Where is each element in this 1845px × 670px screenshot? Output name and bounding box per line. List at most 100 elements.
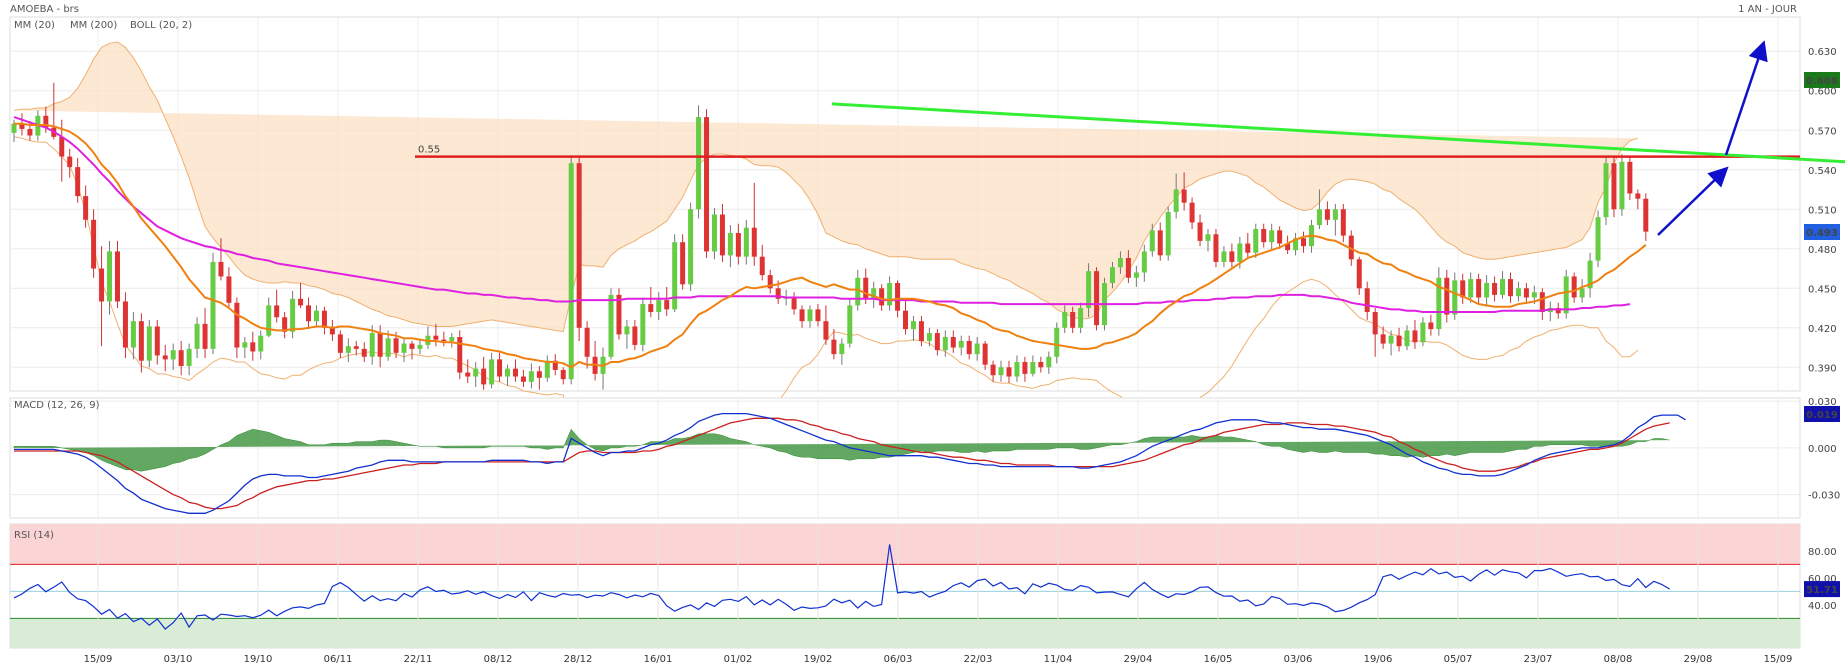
date-tick: 11/04 bbox=[1044, 654, 1073, 665]
candle-body bbox=[321, 310, 327, 328]
candle-body bbox=[1452, 280, 1458, 315]
candle-body bbox=[664, 300, 670, 310]
candle-body bbox=[1332, 209, 1338, 220]
candle-body bbox=[640, 304, 646, 345]
candle-body bbox=[727, 232, 733, 256]
candle-body bbox=[1643, 198, 1649, 232]
candle-body bbox=[1253, 229, 1259, 253]
candle-body bbox=[1117, 257, 1123, 268]
candle-body bbox=[1006, 367, 1012, 377]
rsi-badge: 51.71 bbox=[1806, 585, 1838, 596]
macd-panel: -0.0300.0000.030MACD (12, 26, 9)0.019 bbox=[9, 397, 1840, 519]
price-y-tick: 0.390 bbox=[1808, 363, 1837, 374]
candle-body bbox=[1380, 334, 1386, 344]
candle-body bbox=[1030, 362, 1036, 374]
candle-body bbox=[298, 298, 304, 306]
candle-body bbox=[966, 340, 972, 355]
date-tick: 16/05 bbox=[1204, 654, 1233, 665]
candle-body bbox=[266, 305, 272, 336]
legend-item-2: BOLL (20, 2) bbox=[130, 20, 192, 31]
candle-body bbox=[1340, 209, 1346, 236]
price-y-tick: 0.510 bbox=[1808, 205, 1837, 216]
candle-body bbox=[672, 242, 678, 310]
candle-body bbox=[887, 283, 893, 306]
candle-body bbox=[576, 163, 582, 328]
candle-body bbox=[512, 368, 518, 377]
candle-body bbox=[1492, 283, 1498, 295]
date-tick: 16/01 bbox=[644, 654, 673, 665]
instrument-title: AMOEBA - brs bbox=[10, 4, 79, 15]
candle-body bbox=[497, 359, 503, 377]
candle-body bbox=[1062, 311, 1068, 328]
timeframe-label[interactable]: 1 AN - JOUR bbox=[1738, 4, 1797, 15]
candle-body bbox=[568, 163, 574, 380]
candle-body bbox=[353, 346, 359, 349]
candle-body bbox=[608, 294, 614, 357]
macd-y-tick: -0.030 bbox=[1808, 491, 1840, 502]
candle-body bbox=[1364, 288, 1370, 312]
candle-body bbox=[704, 117, 710, 252]
candle-body bbox=[122, 301, 128, 348]
candle-body bbox=[791, 297, 797, 310]
candle-body bbox=[520, 376, 526, 382]
candle-body bbox=[1515, 288, 1521, 297]
candle-body bbox=[1444, 277, 1450, 315]
candle-body bbox=[831, 339, 837, 355]
candle-body bbox=[1141, 251, 1147, 273]
rsi-y-tick: 80.00 bbox=[1808, 547, 1837, 558]
candle-body bbox=[799, 309, 805, 322]
candle-body bbox=[377, 333, 383, 357]
candle-body bbox=[1237, 243, 1243, 262]
candle-body bbox=[146, 326, 152, 361]
candle-body bbox=[1070, 311, 1076, 328]
candle-body bbox=[958, 340, 964, 348]
candle-body bbox=[91, 219, 97, 269]
legend-item-1: MM (200) bbox=[70, 20, 117, 31]
candle-body bbox=[202, 323, 208, 349]
candle-body bbox=[1197, 222, 1203, 241]
candle-body bbox=[1133, 272, 1139, 278]
candle-body bbox=[1356, 259, 1362, 289]
candle-body bbox=[162, 355, 168, 360]
candle-body bbox=[1173, 189, 1179, 212]
candle-body bbox=[1022, 362, 1028, 374]
candle-body bbox=[855, 277, 861, 306]
candle-body bbox=[648, 304, 654, 312]
date-tick: 22/11 bbox=[404, 654, 433, 665]
candle-body bbox=[624, 326, 630, 335]
candle-body bbox=[807, 309, 813, 322]
candle-body bbox=[1420, 322, 1426, 343]
candle-body bbox=[409, 343, 415, 349]
candle-body bbox=[632, 326, 638, 345]
candle-body bbox=[990, 364, 996, 376]
price-y-tick: 0.570 bbox=[1808, 126, 1837, 137]
candle-body bbox=[1595, 217, 1601, 261]
candle-body bbox=[1109, 267, 1115, 284]
candle-body bbox=[974, 343, 980, 355]
candle-body bbox=[1603, 163, 1609, 218]
candle-body bbox=[465, 372, 471, 377]
candle-body bbox=[815, 309, 821, 322]
date-tick: 06/03 bbox=[884, 654, 913, 665]
candle-body bbox=[290, 298, 296, 332]
candle-body bbox=[560, 369, 566, 380]
candle-body bbox=[1484, 283, 1490, 298]
candle-body bbox=[910, 321, 916, 330]
candle-body bbox=[696, 117, 702, 210]
price-y-tick: 0.630 bbox=[1808, 47, 1837, 58]
date-tick: 01/02 bbox=[724, 654, 753, 665]
candle-body bbox=[711, 214, 717, 252]
candle-body bbox=[982, 343, 988, 365]
candle-body bbox=[863, 277, 869, 299]
candle-body bbox=[1500, 279, 1506, 295]
candle-body bbox=[528, 371, 534, 382]
candle-body bbox=[210, 261, 216, 349]
candle-body bbox=[584, 327, 590, 357]
candle-body bbox=[258, 335, 264, 352]
candle-body bbox=[1181, 189, 1187, 203]
date-tick: 08/08 bbox=[1604, 654, 1633, 665]
candle-body bbox=[1476, 279, 1482, 298]
date-tick: 03/06 bbox=[1284, 654, 1313, 665]
rsi-label: RSI (14) bbox=[14, 530, 54, 541]
candle-body bbox=[942, 337, 948, 351]
